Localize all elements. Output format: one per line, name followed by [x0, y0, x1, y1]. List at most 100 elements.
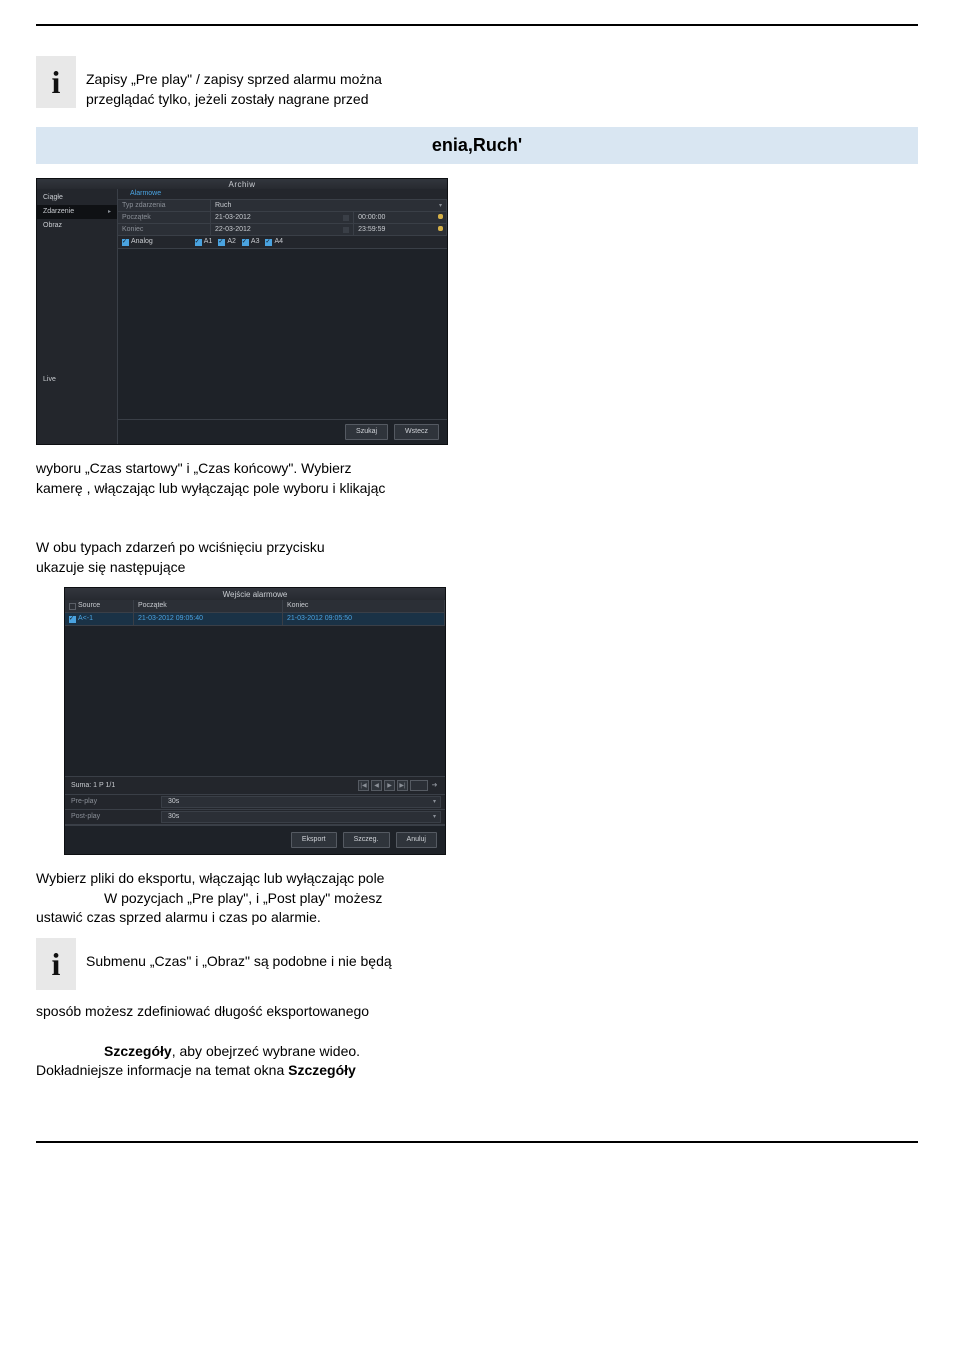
field-value: 00:00:00	[358, 213, 385, 223]
analog-a1[interactable]: A1	[195, 237, 213, 247]
label-poczatek: Początek	[118, 212, 211, 223]
pre-play-select[interactable]: 30s ▾	[161, 796, 441, 808]
info1-line1: Zapisy „Pre play" / zapisy sprzed alarmu…	[86, 71, 382, 87]
post-play-label: Post-play	[65, 812, 161, 822]
analog-item: A1	[204, 237, 213, 247]
sidebar-label: Zdarzenie	[43, 207, 74, 217]
analog-row: Analog A1 A2 A3 A4	[118, 236, 447, 249]
sidebar-label: Ciągłe	[43, 193, 63, 203]
analog-toggle-all[interactable]: Analog	[122, 237, 153, 247]
p5-rest1: , aby obejrzeć wybrane wideo.	[172, 1043, 360, 1059]
row-typ-zdarzenia: Typ zdarzenia Ruch ▾	[118, 200, 447, 212]
calendar-icon	[343, 215, 349, 221]
bottom-rule	[36, 1141, 918, 1143]
field-poczatek-time[interactable]: 00:00:00	[354, 212, 447, 223]
row-poczatek: Początek 21-03-2012 00:00:00	[118, 212, 447, 224]
search-button[interactable]: Szukaj	[345, 424, 388, 440]
col-start: Początek	[134, 600, 283, 612]
top-rule	[36, 24, 918, 26]
post-play-value: 30s	[168, 812, 179, 822]
row-start: 21-03-2012 09:05:40	[134, 613, 283, 625]
sidebar-item-zdarzenie[interactable]: Zdarzenie ▸	[37, 205, 117, 219]
clock-icon	[438, 226, 443, 231]
row-source: A<-1	[78, 614, 93, 624]
p2-l2: ukazuje się następujące	[36, 559, 185, 575]
tab-alarmowe[interactable]: Alarmowe	[124, 189, 167, 199]
screenshot-wejscie-alarmowe: Wejście alarmowe Source Początek Koniec …	[64, 587, 446, 855]
p3-l2: W pozycjach „Pre play", i „Post play" mo…	[104, 890, 382, 906]
paragraph-3: Wybierz pliki do eksportu, włączając lub…	[36, 869, 556, 928]
pager-first[interactable]: |◀	[358, 780, 369, 791]
info-callout-2: i Submenu „Czas" i „Obraz" są podobne i …	[36, 938, 918, 990]
screenshot-archiw: Archiw Ciągłe Zdarzenie ▸ Obraz Live Ala…	[36, 178, 448, 445]
chevron-right-icon: ▸	[108, 208, 111, 216]
info-text-1: Zapisy „Pre play" / zapisy sprzed alarmu…	[86, 56, 382, 109]
chevron-down-icon: ▾	[433, 798, 436, 806]
p1-l1: wyboru „Czas startowy" i „Czas końcowy".…	[36, 460, 352, 476]
field-koniec-date[interactable]: 22-03-2012	[211, 224, 354, 235]
col-label: Source	[78, 601, 100, 611]
p5-bold2: Szczegóły	[288, 1062, 356, 1078]
back-button[interactable]: Wstecz	[394, 424, 439, 440]
analog-label: Analog	[131, 237, 153, 247]
label-typ: Typ zdarzenia	[118, 200, 211, 211]
pager-last[interactable]: ▶|	[397, 780, 408, 791]
info-icon: i	[36, 938, 76, 990]
field-koniec-time[interactable]: 23:59:59	[354, 224, 447, 235]
col-end: Koniec	[283, 600, 445, 612]
paragraph-4: sposób możesz zdefiniować długość ekspor…	[36, 1002, 556, 1022]
info-callout-1: i Zapisy „Pre play" / zapisy sprzed alar…	[36, 56, 918, 109]
status-total: Suma: 1 P 1/1	[71, 781, 115, 791]
post-play-select[interactable]: 30s ▾	[161, 811, 441, 823]
info-icon: i	[36, 56, 76, 108]
table-row[interactable]: A<-1 21-03-2012 09:05:40 21-03-2012 09:0…	[65, 613, 445, 626]
field-poczatek-date[interactable]: 21-03-2012	[211, 212, 354, 223]
analog-item: A4	[274, 237, 283, 247]
empty-result-area	[118, 249, 447, 419]
pager-next[interactable]: ▶	[384, 780, 395, 791]
sidebar-item-obraz[interactable]: Obraz	[37, 219, 117, 233]
p4-l1: sposób możesz zdefiniować długość ekspor…	[36, 1003, 369, 1019]
row-source-cell[interactable]: A<-1	[65, 613, 134, 625]
p3-l3: ustawić czas sprzed alarmu i czas po ala…	[36, 909, 321, 925]
calendar-icon	[343, 227, 349, 233]
select-all-checkbox[interactable]	[69, 603, 76, 610]
p5-l2a: Dokładniejsze informacje na temat okna	[36, 1062, 288, 1078]
field-typ-zdarzenia[interactable]: Ruch ▾	[211, 200, 447, 211]
pre-play-label: Pre-play	[65, 797, 161, 807]
sidebar-item-ciagle[interactable]: Ciągłe	[37, 191, 117, 205]
row-checkbox[interactable]	[69, 616, 76, 623]
pager-go[interactable]: ➜	[430, 781, 439, 790]
analog-a3[interactable]: A3	[242, 237, 260, 247]
p3-l1: Wybierz pliki do eksportu, włączając lub…	[36, 870, 384, 886]
chevron-down-icon: ▾	[439, 202, 442, 210]
label-koniec: Koniec	[118, 224, 211, 235]
paragraph-1: wyboru „Czas startowy" i „Czas końcowy".…	[36, 459, 556, 498]
export-button[interactable]: Eksport	[291, 832, 337, 848]
pager-page-input[interactable]	[410, 780, 428, 791]
section-heading-fragment: enia,Ruch'	[36, 127, 918, 164]
row-end: 21-03-2012 09:05:50	[283, 613, 445, 625]
col-source[interactable]: Source	[65, 600, 134, 612]
tabs: Alarmowe	[118, 189, 447, 200]
table-header: Source Początek Koniec	[65, 600, 445, 613]
details-button[interactable]: Szczeg.	[343, 832, 390, 848]
pager-prev[interactable]: ◀	[371, 780, 382, 791]
analog-a4[interactable]: A4	[265, 237, 283, 247]
cancel-button[interactable]: Anuluj	[396, 832, 437, 848]
pre-play-value: 30s	[168, 797, 179, 807]
sidebar: Ciągłe Zdarzenie ▸ Obraz Live	[37, 189, 118, 444]
pre-play-row: Pre-play 30s ▾	[65, 795, 445, 810]
paragraph-2: W obu typach zdarzeń po wciśnięciu przyc…	[36, 538, 556, 577]
analog-a2[interactable]: A2	[218, 237, 236, 247]
analog-item: A3	[251, 237, 260, 247]
chevron-down-icon: ▾	[433, 813, 436, 821]
field-value: 23:59:59	[358, 225, 385, 235]
info2-line: Submenu „Czas" i „Obraz" są podobne i ni…	[86, 953, 392, 969]
field-value: 21-03-2012	[215, 213, 251, 223]
sidebar-item-live[interactable]: Live	[37, 373, 117, 387]
clock-icon	[438, 214, 443, 219]
analog-item: A2	[227, 237, 236, 247]
status-bar: Suma: 1 P 1/1 |◀ ◀ ▶ ▶| ➜	[65, 776, 445, 795]
sidebar-label: Obraz	[43, 221, 62, 231]
